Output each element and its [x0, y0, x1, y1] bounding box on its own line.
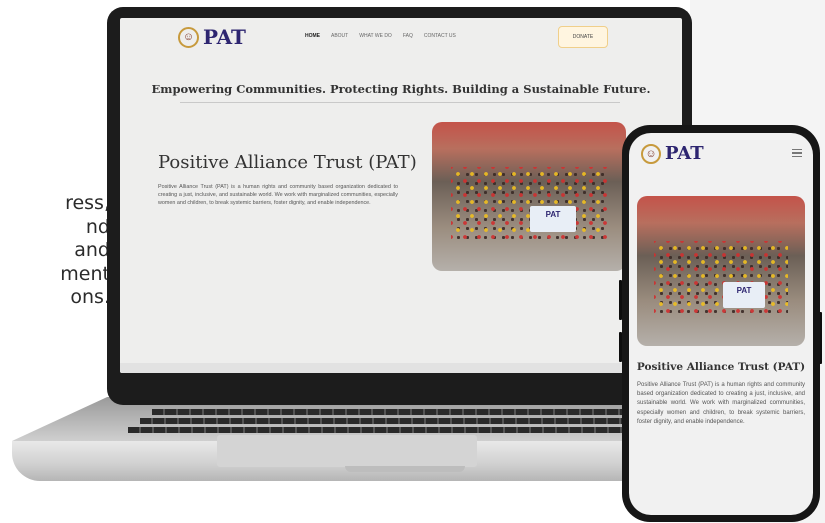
laptop-notch [345, 466, 465, 472]
keyboard-row [152, 409, 652, 415]
phone-logo[interactable]: ☺ PAT [641, 143, 704, 164]
photo-banner: PAT [723, 282, 765, 308]
logo-text: PAT [203, 25, 246, 49]
nav-item-home[interactable]: HOME [305, 33, 320, 39]
photo-crowd [451, 166, 607, 242]
phone-description: Positive Alliance Trust (PAT) is a human… [637, 382, 805, 425]
side-text-line: ress, [65, 192, 110, 214]
nav-item-about[interactable]: ABOUT [331, 33, 348, 39]
keyboard-row [128, 427, 672, 433]
community-photo: PAT [432, 122, 626, 271]
phone-title: Positive Alliance Trust (PAT) [636, 361, 806, 373]
nav-menu: HOME ABOUT WHAT WE DO FAQ CONTACT US [305, 33, 456, 39]
photo-banner: PAT [530, 206, 576, 232]
screen-footer-strip [120, 363, 682, 373]
hero-title: Positive Alliance Trust (PAT) [158, 152, 417, 173]
trackpad [217, 435, 477, 467]
tagline-divider [180, 102, 620, 103]
side-text-line: and [74, 239, 110, 261]
side-text-line: ment [60, 262, 110, 285]
site-nav: ☺ PAT HOME ABOUT WHAT WE DO FAQ CONTACT … [120, 18, 682, 58]
side-text-line: ons. [70, 286, 110, 308]
nav-item-faq[interactable]: FAQ [403, 33, 413, 39]
donate-button[interactable]: DONATE [558, 26, 608, 48]
phone-community-photo: PAT [637, 196, 805, 346]
nav-item-contact[interactable]: CONTACT US [424, 33, 456, 39]
photo-crowd [653, 241, 789, 316]
menu-hamburger-icon[interactable] [792, 149, 802, 157]
phone-screen: ☺ PAT PAT Positive Alliance Trust (PAT) … [629, 133, 813, 515]
tagline: Empowering Communities. Protecting Right… [151, 82, 651, 96]
side-text: ress, nd and ment ons. [0, 192, 110, 310]
logo-emblem-icon: ☺ [178, 26, 199, 48]
phone-logo-text: PAT [665, 143, 704, 164]
logo-emblem-icon: ☺ [641, 143, 661, 164]
laptop-screen: ☺ PAT HOME ABOUT WHAT WE DO FAQ CONTACT … [120, 18, 682, 373]
side-text-line: nd [85, 215, 110, 238]
site-logo[interactable]: ☺ PAT [178, 25, 246, 49]
keyboard-row [140, 418, 662, 424]
nav-item-what-we-do[interactable]: WHAT WE DO [359, 33, 392, 39]
hero-description: Positive Alliance Trust (PAT) is a human… [158, 184, 398, 206]
